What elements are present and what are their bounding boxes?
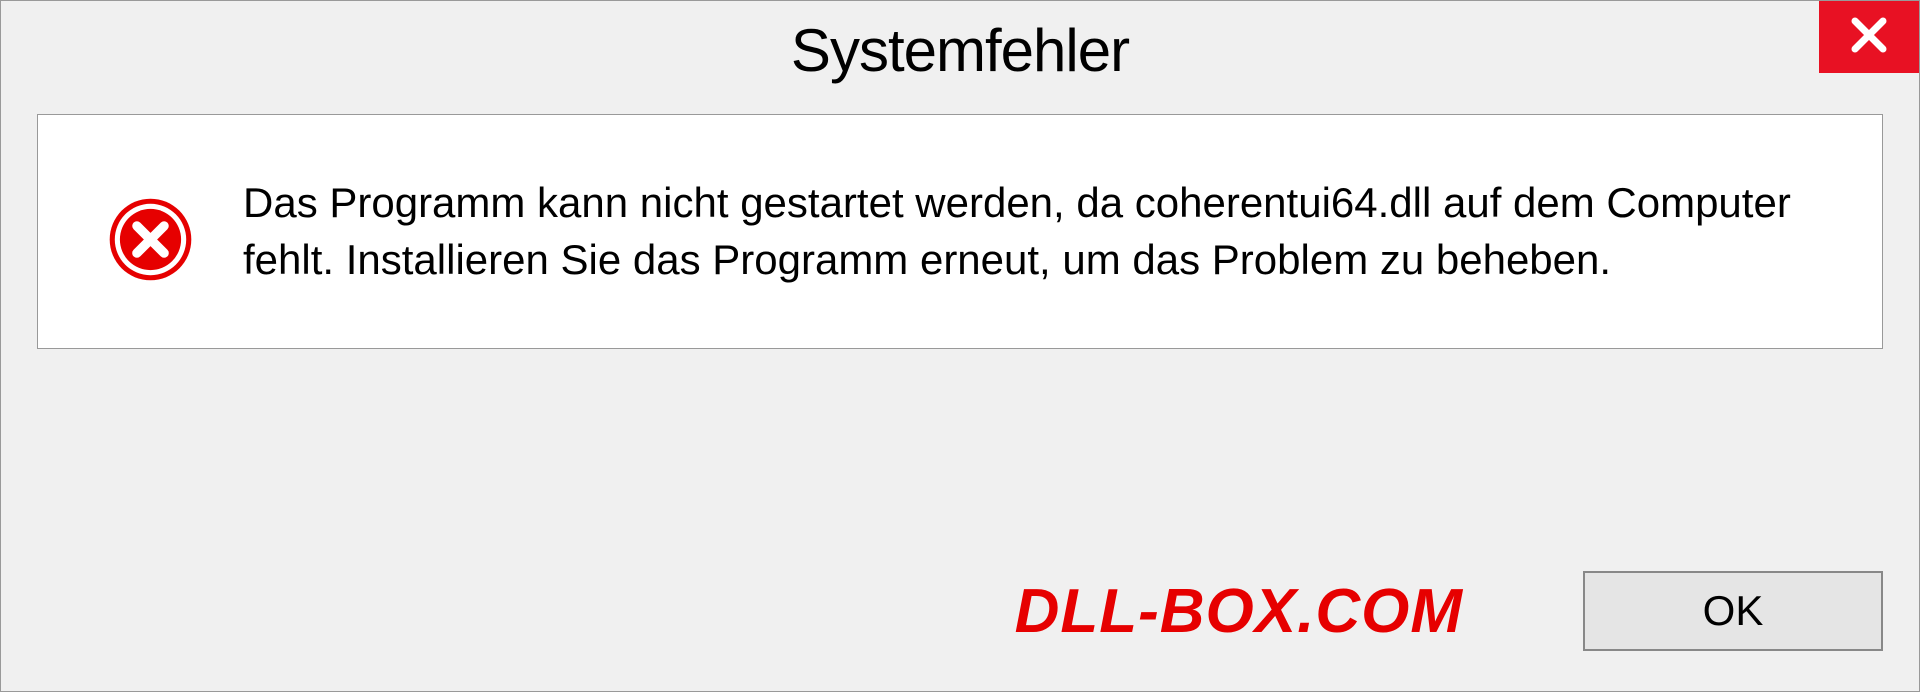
error-icon	[108, 197, 193, 282]
error-message: Das Programm kann nicht gestartet werden…	[243, 175, 1812, 288]
titlebar: Systemfehler	[1, 1, 1919, 99]
dialog-title: Systemfehler	[791, 16, 1129, 85]
error-dialog: Systemfehler Das Programm kann nicht ges…	[0, 0, 1920, 692]
close-button[interactable]	[1819, 1, 1919, 73]
ok-button[interactable]: OK	[1583, 571, 1883, 651]
content-panel: Das Programm kann nicht gestartet werden…	[37, 114, 1883, 349]
dialog-footer: DLL-BOX.COM OK	[1, 571, 1919, 691]
watermark-text: DLL-BOX.COM	[1015, 576, 1463, 647]
close-icon	[1848, 14, 1890, 61]
